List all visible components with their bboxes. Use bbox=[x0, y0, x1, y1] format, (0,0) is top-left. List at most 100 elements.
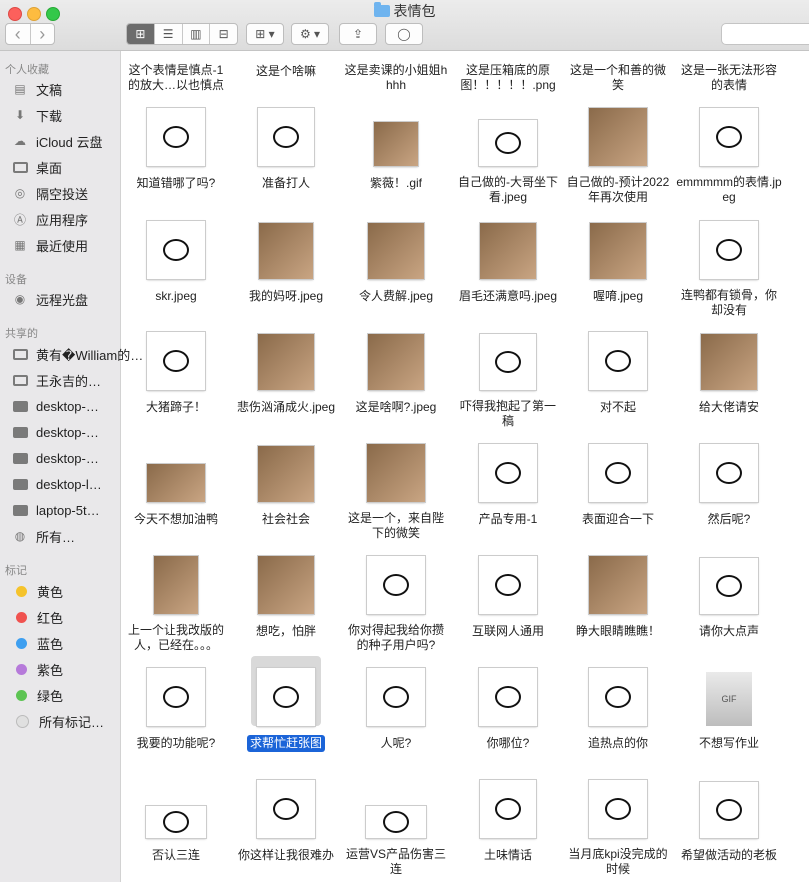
file-item[interactable]: 上一个让我改版的人，已经在。。。 bbox=[121, 556, 232, 654]
sidebar-item-downloads[interactable]: ⬇ 下载 bbox=[12, 105, 62, 125]
sidebar-item-shared-5[interactable]: desktop-… bbox=[12, 448, 99, 468]
file-item[interactable]: 你这样让我很难办 bbox=[230, 780, 342, 864]
file-item[interactable]: 大猪蹄子！ bbox=[121, 332, 232, 416]
sidebar-tag-all[interactable]: 所有标记… bbox=[12, 711, 104, 731]
file-item[interactable]: 求帮忙赶张图 bbox=[230, 656, 342, 752]
file-thumbnail[interactable] bbox=[480, 223, 536, 279]
file-item[interactable]: 连鸭都有锁骨，你却没有 bbox=[673, 221, 785, 319]
file-thumbnail[interactable] bbox=[147, 108, 205, 166]
file-thumbnail[interactable] bbox=[700, 444, 758, 502]
file-item[interactable]: skr.jpeg bbox=[121, 221, 232, 305]
file-thumbnail[interactable] bbox=[259, 223, 313, 279]
file-item[interactable]: 这是一张无法形容的表情 bbox=[673, 62, 785, 94]
search-input[interactable] bbox=[721, 23, 809, 45]
sidebar-item-shared-6[interactable]: desktop-l… bbox=[12, 474, 102, 494]
file-thumbnail[interactable] bbox=[366, 806, 426, 838]
file-item[interactable]: 我要的功能呢? bbox=[121, 668, 232, 752]
file-thumbnail[interactable] bbox=[367, 668, 425, 726]
file-thumbnail[interactable] bbox=[700, 782, 758, 838]
file-thumbnail[interactable] bbox=[147, 332, 205, 390]
file-thumbnail[interactable] bbox=[146, 806, 206, 838]
file-item[interactable]: 请你大点声 bbox=[673, 558, 785, 640]
file-item[interactable]: 准备打人 bbox=[230, 108, 342, 192]
file-item[interactable]: 自己做的-大哥坐下看.jpeg bbox=[452, 120, 564, 206]
sidebar-tag-blue[interactable]: 蓝色 bbox=[12, 633, 63, 653]
share-button[interactable]: ⇪ bbox=[339, 23, 377, 45]
file-thumbnail[interactable] bbox=[374, 122, 418, 166]
file-item[interactable]: emmmmm的表情.jpeg bbox=[673, 108, 785, 206]
gif-file-icon[interactable]: GIF bbox=[706, 672, 752, 726]
edit-tags-button[interactable]: ◯ bbox=[385, 23, 423, 45]
sidebar-item-airdrop[interactable]: ◎ 隔空投送 bbox=[12, 183, 88, 203]
file-item[interactable]: 这是卖课的小姐姐hhhh bbox=[340, 62, 452, 94]
file-item[interactable]: 互联网人通用 bbox=[452, 556, 564, 640]
file-item[interactable]: 土味情话 bbox=[452, 780, 564, 864]
file-item[interactable]: 这是个啥嘛 bbox=[230, 62, 342, 80]
file-thumbnail[interactable] bbox=[479, 120, 537, 166]
gallery-view-button[interactable]: ⊟ bbox=[210, 24, 237, 44]
file-thumbnail[interactable] bbox=[479, 444, 537, 502]
file-item[interactable]: 今天不想加油鸭 bbox=[121, 464, 232, 528]
file-thumbnail[interactable] bbox=[590, 223, 646, 279]
file-item[interactable]: 产品专用-1 bbox=[452, 444, 564, 528]
file-thumbnail[interactable] bbox=[700, 221, 758, 279]
file-thumbnail[interactable] bbox=[480, 334, 536, 390]
forward-button[interactable]: › bbox=[31, 24, 55, 44]
file-item[interactable]: 给大佬请安 bbox=[673, 334, 785, 416]
sidebar-item-applications[interactable]: Ⓐ 应用程序 bbox=[12, 209, 88, 229]
sidebar-item-desktop[interactable]: 桌面 bbox=[12, 157, 62, 177]
file-item[interactable]: 这是一个，来自陛下的微笑 bbox=[340, 444, 452, 542]
sidebar-item-shared-all[interactable]: ◍ 所有… bbox=[12, 526, 75, 546]
file-thumbnail[interactable] bbox=[258, 334, 314, 390]
sidebar-item-remote-disc[interactable]: ◉ 远程光盘 bbox=[12, 289, 88, 309]
file-thumbnail[interactable] bbox=[368, 334, 424, 390]
file-thumbnail[interactable] bbox=[701, 334, 757, 390]
file-item[interactable]: 这个表情是慎点-1的放大…以也慎点 bbox=[121, 62, 232, 94]
file-item[interactable]: 社会社会 bbox=[230, 446, 342, 528]
file-item[interactable]: 吓得我抱起了第一稿 bbox=[452, 334, 564, 430]
back-button[interactable]: ‹ bbox=[6, 24, 31, 44]
sidebar-item-recents[interactable]: ▦ 最近使用 bbox=[12, 235, 88, 255]
file-item[interactable]: 悲伤汹涌成火.jpeg bbox=[230, 334, 342, 416]
file-thumbnail[interactable] bbox=[367, 444, 425, 502]
file-item[interactable]: 表面迎合一下 bbox=[562, 444, 674, 528]
file-thumbnail[interactable] bbox=[147, 221, 205, 279]
file-thumbnail[interactable] bbox=[700, 108, 758, 166]
file-thumbnail[interactable] bbox=[479, 668, 537, 726]
file-item[interactable]: 你对得起我给你攒的种子用户吗? bbox=[340, 556, 452, 654]
sidebar-item-documents[interactable]: ▤ 文稿 bbox=[12, 79, 62, 99]
file-thumbnail[interactable] bbox=[147, 668, 205, 726]
file-item[interactable]: 当月底kpi没完成的时候 bbox=[562, 780, 674, 878]
file-item[interactable]: 令人费解.jpeg bbox=[340, 223, 452, 305]
file-item[interactable]: 睁大眼睛瞧瞧！ bbox=[562, 556, 674, 640]
arrange-button[interactable]: ⊞ ▾ bbox=[246, 23, 284, 45]
file-item[interactable]: 知道错哪了吗? bbox=[121, 108, 232, 192]
file-thumbnail[interactable] bbox=[479, 556, 537, 614]
file-thumbnail[interactable] bbox=[367, 556, 425, 614]
file-thumbnail[interactable] bbox=[147, 464, 205, 502]
sidebar-tag-purple[interactable]: 紫色 bbox=[12, 659, 63, 679]
file-thumbnail[interactable] bbox=[589, 556, 647, 614]
file-thumbnail[interactable] bbox=[257, 668, 315, 726]
file-item[interactable]: 对不起 bbox=[562, 332, 674, 416]
icon-view-button[interactable]: ⊞ bbox=[127, 24, 155, 44]
sidebar-tag-red[interactable]: 红色 bbox=[12, 607, 63, 627]
file-thumbnail[interactable] bbox=[480, 780, 536, 838]
file-thumbnail[interactable] bbox=[589, 108, 647, 166]
list-view-button[interactable]: ☰ bbox=[155, 24, 183, 44]
file-item[interactable]: 人呢? bbox=[340, 668, 452, 752]
file-thumbnail[interactable] bbox=[589, 332, 647, 390]
file-item[interactable]: 这是压箱底的原图！！！！！.png bbox=[452, 62, 564, 94]
file-item[interactable]: 喔唷.jpeg bbox=[562, 223, 674, 305]
sidebar-item-shared-7[interactable]: laptop-5t… bbox=[12, 500, 100, 520]
column-view-button[interactable]: ▥ bbox=[183, 24, 211, 44]
sidebar-item-shared-2[interactable]: 王永吉的… bbox=[12, 370, 101, 390]
file-item[interactable]: 眉毛还满意吗.jpeg bbox=[452, 223, 564, 305]
file-item[interactable]: 这是一个和善的微笑 bbox=[562, 62, 674, 94]
file-item[interactable]: 我的妈呀.jpeg bbox=[230, 223, 342, 305]
file-thumbnail[interactable] bbox=[589, 780, 647, 838]
file-item[interactable]: 自己做的-预计2022年再次使用 bbox=[562, 108, 674, 206]
file-item[interactable]: 这是啥啊?.jpeg bbox=[340, 334, 452, 416]
file-item[interactable]: 然后呢? bbox=[673, 444, 785, 528]
file-thumbnail[interactable] bbox=[258, 446, 314, 502]
